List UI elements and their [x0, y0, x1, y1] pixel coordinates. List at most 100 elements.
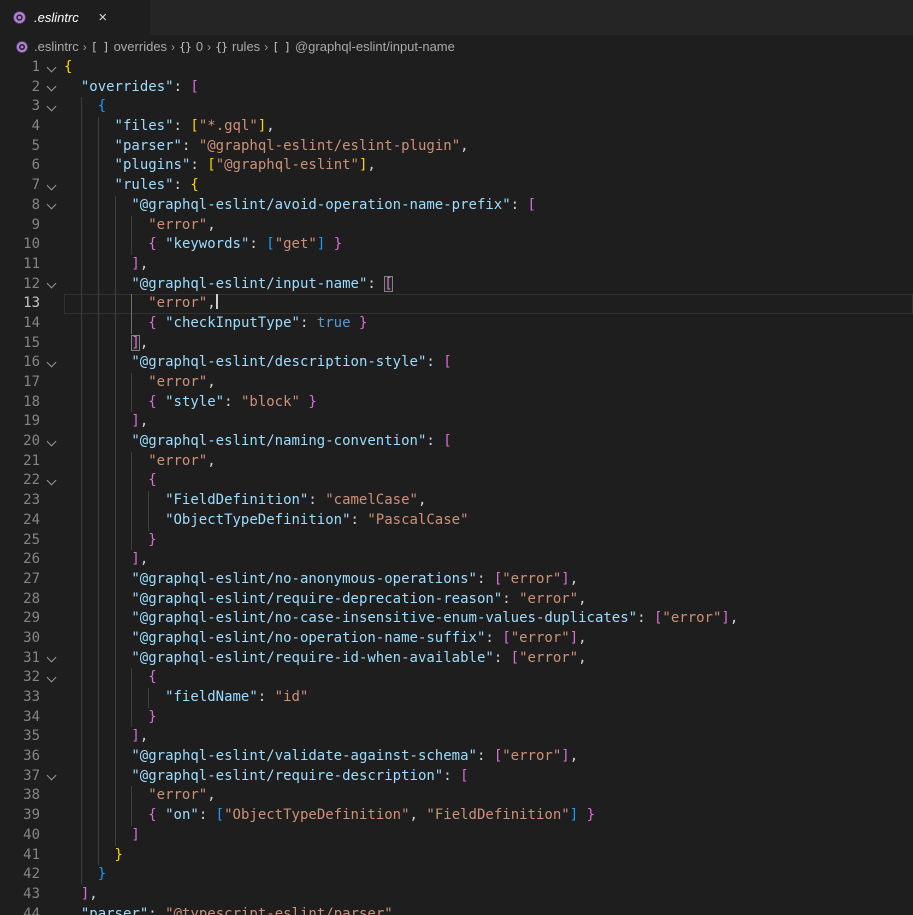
code-text[interactable]: "parser": "@graphql-eslint/eslint-plugin…	[64, 137, 913, 157]
code-text[interactable]: ],	[64, 885, 913, 905]
breadcrumb-item--eslintrc[interactable]: .eslintrc	[15, 39, 79, 54]
fold-chevron[interactable]	[40, 176, 64, 196]
line-number[interactable]: 17	[0, 373, 40, 393]
line-number[interactable]: 21	[0, 452, 40, 472]
close-icon[interactable]: ×	[93, 8, 113, 28]
code-text[interactable]: "error",	[64, 786, 913, 806]
code-text[interactable]: ],	[64, 550, 913, 570]
code-text[interactable]: {	[64, 471, 913, 491]
line-number[interactable]: 29	[0, 609, 40, 629]
line-number[interactable]: 27	[0, 570, 40, 590]
fold-chevron[interactable]	[40, 767, 64, 787]
fold-chevron[interactable]	[40, 58, 64, 78]
code-text[interactable]: ],	[64, 334, 913, 354]
code-text[interactable]: "error",	[64, 216, 913, 236]
code-text[interactable]: ],	[64, 412, 913, 432]
fold-chevron[interactable]	[40, 649, 64, 669]
line-number[interactable]: 1	[0, 58, 40, 78]
code-text[interactable]: "@graphql-eslint/require-id-when-availab…	[64, 649, 913, 669]
code-text[interactable]: "@graphql-eslint/description-style": [	[64, 353, 913, 373]
line-number[interactable]: 36	[0, 747, 40, 767]
line-number[interactable]: 31	[0, 649, 40, 669]
code-text[interactable]: "error",	[64, 373, 913, 393]
line-number[interactable]: 24	[0, 511, 40, 531]
code-text[interactable]: }	[64, 708, 913, 728]
line-number[interactable]: 11	[0, 255, 40, 275]
line-number[interactable]: 35	[0, 727, 40, 747]
line-number[interactable]: 26	[0, 550, 40, 570]
line-number[interactable]: 7	[0, 176, 40, 196]
fold-chevron[interactable]	[40, 97, 64, 117]
code-text[interactable]: {	[64, 668, 913, 688]
line-number[interactable]: 6	[0, 156, 40, 176]
code-text[interactable]: "@graphql-eslint/naming-convention": [	[64, 432, 913, 452]
code-text[interactable]: "files": ["*.gql"],	[64, 117, 913, 137]
line-number[interactable]: 4	[0, 117, 40, 137]
code-text[interactable]: "@graphql-eslint/require-description": [	[64, 767, 913, 787]
breadcrumb-item--graphql-eslint-input-name[interactable]: [ ]@graphql-eslint/input-name	[272, 39, 455, 54]
code-text[interactable]: "@graphql-eslint/no-anonymous-operations…	[64, 570, 913, 590]
code-text[interactable]: "overrides": [	[64, 78, 913, 98]
code-text[interactable]: "error",	[64, 294, 913, 314]
line-number[interactable]: 5	[0, 137, 40, 157]
code-text[interactable]: "plugins": ["@graphql-eslint"],	[64, 156, 913, 176]
line-number[interactable]: 12	[0, 275, 40, 295]
code-text[interactable]: { "checkInputType": true }	[64, 314, 913, 334]
code-text[interactable]: { "keywords": ["get"] }	[64, 235, 913, 255]
line-number[interactable]: 8	[0, 196, 40, 216]
fold-chevron[interactable]	[40, 353, 64, 373]
line-number[interactable]: 30	[0, 629, 40, 649]
line-number[interactable]: 41	[0, 846, 40, 866]
line-number[interactable]: 25	[0, 531, 40, 551]
code-text[interactable]: "ObjectTypeDefinition": "PascalCase"	[64, 511, 913, 531]
breadcrumb-item-rules[interactable]: {}rules	[215, 39, 260, 54]
line-number[interactable]: 13	[0, 294, 40, 314]
line-number[interactable]: 44	[0, 905, 40, 915]
code-text[interactable]: "@graphql-eslint/avoid-operation-name-pr…	[64, 196, 913, 216]
line-number[interactable]: 19	[0, 412, 40, 432]
line-number[interactable]: 3	[0, 97, 40, 117]
code-text[interactable]: "@graphql-eslint/validate-against-schema…	[64, 747, 913, 767]
line-number[interactable]: 14	[0, 314, 40, 334]
breadcrumb-item-0[interactable]: {}0	[179, 39, 203, 54]
code-text[interactable]: ],	[64, 255, 913, 275]
code-text[interactable]: "rules": {	[64, 176, 913, 196]
line-number[interactable]: 15	[0, 334, 40, 354]
fold-chevron[interactable]	[40, 432, 64, 452]
fold-chevron[interactable]	[40, 196, 64, 216]
code-text[interactable]: "@graphql-eslint/no-operation-name-suffi…	[64, 629, 913, 649]
code-text[interactable]: { "style": "block" }	[64, 393, 913, 413]
line-number[interactable]: 34	[0, 708, 40, 728]
code-text[interactable]: "parser": "@typescript-eslint/parser"	[64, 905, 913, 915]
line-number[interactable]: 10	[0, 235, 40, 255]
code-text[interactable]: "fieldName": "id"	[64, 688, 913, 708]
code-editor[interactable]: 1 {2 "overrides": [ 3 {4 "files": ["*.gql"], 5…	[0, 58, 913, 915]
line-number[interactable]: 9	[0, 216, 40, 236]
line-number[interactable]: 16	[0, 353, 40, 373]
line-number[interactable]: 40	[0, 826, 40, 846]
code-text[interactable]: "@graphql-eslint/require-deprecation-rea…	[64, 590, 913, 610]
code-text[interactable]: "error",	[64, 452, 913, 472]
fold-chevron[interactable]	[40, 668, 64, 688]
code-text[interactable]: ],	[64, 727, 913, 747]
code-text[interactable]: }	[64, 865, 913, 885]
breadcrumb-item-overrides[interactable]: [ ]overrides	[91, 39, 167, 54]
code-text[interactable]: {	[64, 58, 913, 78]
line-number[interactable]: 22	[0, 471, 40, 491]
code-text[interactable]: "@graphql-eslint/no-case-insensitive-enu…	[64, 609, 913, 629]
code-text[interactable]: }	[64, 531, 913, 551]
line-number[interactable]: 39	[0, 806, 40, 826]
line-number[interactable]: 37	[0, 767, 40, 787]
fold-chevron[interactable]	[40, 275, 64, 295]
code-text[interactable]: { "on": ["ObjectTypeDefinition", "FieldD…	[64, 806, 913, 826]
code-text[interactable]: }	[64, 846, 913, 866]
line-number[interactable]: 18	[0, 393, 40, 413]
line-number[interactable]: 38	[0, 786, 40, 806]
line-number[interactable]: 2	[0, 78, 40, 98]
code-text[interactable]: "FieldDefinition": "camelCase",	[64, 491, 913, 511]
line-number[interactable]: 23	[0, 491, 40, 511]
fold-chevron[interactable]	[40, 78, 64, 98]
tab-eslintrc[interactable]: .eslintrc ×	[0, 0, 150, 35]
line-number[interactable]: 28	[0, 590, 40, 610]
code-text[interactable]: {	[64, 97, 913, 117]
